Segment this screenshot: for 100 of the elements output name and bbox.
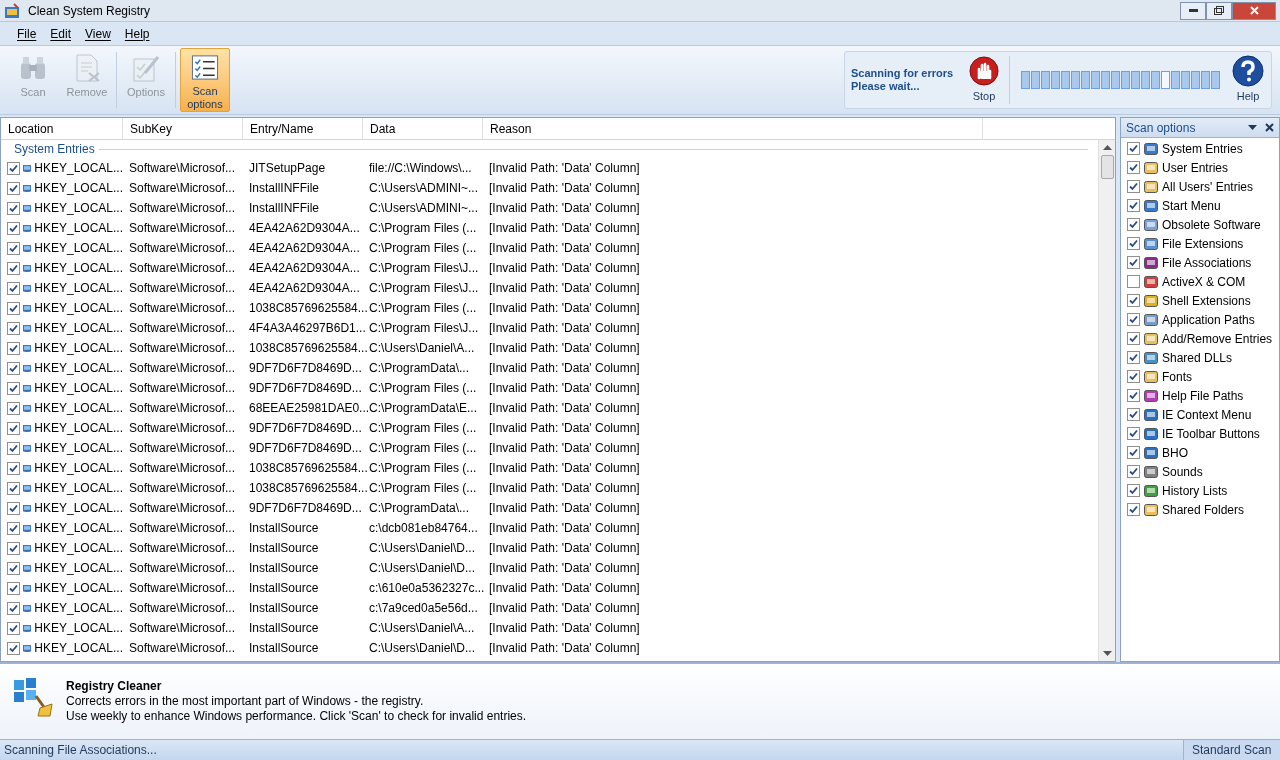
table-cell-text: Software\Microsof... — [129, 360, 236, 377]
column-header[interactable]: SubKey — [123, 118, 243, 139]
option-checkbox[interactable] — [1127, 218, 1140, 231]
menu-item[interactable]: Edit — [50, 24, 72, 43]
option-label[interactable]: Shared Folders — [1162, 500, 1245, 519]
table-cell-text: HKEY_LOCAL... — [34, 500, 123, 517]
status-text: Please wait... — [851, 80, 921, 93]
option-checkbox[interactable] — [1127, 294, 1140, 307]
option-checkbox[interactable] — [1127, 161, 1140, 174]
option-checkbox[interactable] — [1127, 408, 1140, 421]
table-cell-text: 4EA42A62D9304A... — [249, 240, 360, 257]
option-checkbox[interactable] — [1127, 332, 1140, 345]
row-checkbox[interactable] — [7, 301, 20, 315]
row-checkbox[interactable] — [7, 421, 20, 435]
option-checkbox[interactable] — [1127, 427, 1140, 440]
table-cell-text: Software\Microsof... — [129, 240, 236, 257]
stop-button[interactable]: Stop — [967, 52, 1001, 108]
option-checkbox[interactable] — [1127, 370, 1140, 383]
option-checkbox[interactable] — [1127, 465, 1140, 478]
option-checkbox[interactable] — [1127, 446, 1140, 459]
option-label[interactable]: IE Context Menu — [1162, 405, 1252, 424]
toolbar-button[interactable]: Scan options — [180, 48, 230, 112]
option-label[interactable]: Add/Remove Entries — [1162, 329, 1273, 348]
scrollbar[interactable] — [1098, 140, 1115, 661]
column-header[interactable]: Entry/Name — [243, 118, 363, 139]
minimize-button[interactable] — [1180, 1, 1206, 20]
table-cell-text: Software\Microsof... — [129, 160, 236, 177]
option-checkbox[interactable] — [1127, 237, 1140, 250]
option-checkbox[interactable] — [1127, 503, 1140, 516]
row-checkbox[interactable] — [7, 341, 20, 355]
option-label[interactable]: System Entries — [1162, 139, 1243, 158]
table-cell-text: HKEY_LOCAL... — [34, 220, 123, 237]
row-checkbox[interactable] — [7, 161, 20, 175]
option-label[interactable]: History Lists — [1162, 481, 1228, 500]
column-header[interactable]: Data — [363, 118, 483, 139]
option-checkbox[interactable] — [1127, 275, 1140, 288]
row-checkbox[interactable] — [7, 441, 20, 455]
option-checkbox[interactable] — [1127, 142, 1140, 155]
row-checkbox[interactable] — [7, 581, 20, 595]
option-checkbox[interactable] — [1127, 484, 1140, 497]
row-checkbox[interactable] — [7, 381, 20, 395]
option-label[interactable]: ActiveX & COM — [1162, 272, 1246, 291]
row-checkbox[interactable] — [7, 541, 20, 555]
row-checkbox[interactable] — [7, 361, 20, 375]
column-header[interactable]: Reason — [483, 118, 983, 139]
option-label[interactable]: Fonts — [1162, 367, 1192, 386]
row-checkbox[interactable] — [7, 401, 20, 415]
restore-button[interactable] — [1206, 1, 1232, 20]
help-button[interactable]: Help — [1231, 52, 1265, 108]
table-cell-text: HKEY_LOCAL... — [34, 300, 123, 317]
option-checkbox[interactable] — [1127, 180, 1140, 193]
table-cell-text: C:\Users\Daniel\D... — [369, 640, 476, 657]
row-checkbox[interactable] — [7, 601, 20, 615]
table-cell-text: C:\Program Files (... — [369, 460, 477, 477]
row-checkbox[interactable] — [7, 501, 20, 515]
column-header[interactable]: Location — [1, 118, 123, 139]
option-label[interactable]: Start Menu — [1162, 196, 1221, 215]
option-label[interactable]: BHO — [1162, 443, 1188, 462]
menu-item[interactable]: View — [85, 24, 111, 43]
row-checkbox[interactable] — [7, 181, 20, 195]
row-checkbox[interactable] — [7, 241, 20, 255]
option-label[interactable]: All Users' Entries — [1162, 177, 1253, 196]
menu-item[interactable]: Help — [124, 24, 150, 43]
option-label[interactable]: User Entries — [1162, 158, 1229, 177]
row-checkbox[interactable] — [7, 281, 20, 295]
table-cell-text: [Invalid Path: 'Data' Column] — [489, 240, 640, 257]
option-label[interactable]: Sounds — [1162, 462, 1203, 481]
option-checkbox[interactable] — [1127, 199, 1140, 212]
option-checkbox[interactable] — [1127, 389, 1140, 402]
row-checkbox[interactable] — [7, 561, 20, 575]
category-icon — [1143, 178, 1159, 195]
row-checkbox[interactable] — [7, 461, 20, 475]
option-label[interactable]: Application Paths — [1162, 310, 1255, 329]
option-label[interactable]: File Extensions — [1162, 234, 1244, 253]
option-label[interactable]: File Associations — [1162, 253, 1252, 272]
table-cell-text: 9DF7D6F7D8469D... — [249, 420, 362, 437]
row-checkbox[interactable] — [7, 481, 20, 495]
scroll-thumb[interactable] — [1100, 155, 1114, 179]
category-icon — [1143, 463, 1159, 480]
row-checkbox[interactable] — [7, 621, 20, 635]
row-checkbox[interactable] — [7, 521, 20, 535]
option-label[interactable]: Shared DLLs — [1162, 348, 1233, 367]
option-label[interactable]: Help File Paths — [1162, 386, 1244, 405]
row-checkbox[interactable] — [7, 221, 20, 235]
option-label[interactable]: IE Toolbar Buttons — [1162, 424, 1260, 443]
option-checkbox[interactable] — [1127, 351, 1140, 364]
table-cell-text: [Invalid Path: 'Data' Column] — [489, 480, 640, 497]
category-icon — [1143, 216, 1159, 233]
row-checkbox[interactable] — [7, 641, 20, 655]
menu-item[interactable]: File — [17, 24, 37, 43]
table-cell-text: [Invalid Path: 'Data' Column] — [489, 400, 640, 417]
option-label[interactable]: Shell Extensions — [1162, 291, 1251, 310]
option-checkbox[interactable] — [1127, 256, 1140, 269]
option-label[interactable]: Obsolete Software — [1162, 215, 1261, 234]
table-cell-text: C:\Program Files\J... — [369, 260, 479, 277]
option-checkbox[interactable] — [1127, 313, 1140, 326]
close-button[interactable] — [1232, 1, 1276, 20]
row-checkbox[interactable] — [7, 321, 20, 335]
row-checkbox[interactable] — [7, 261, 20, 275]
row-checkbox[interactable] — [7, 201, 20, 215]
